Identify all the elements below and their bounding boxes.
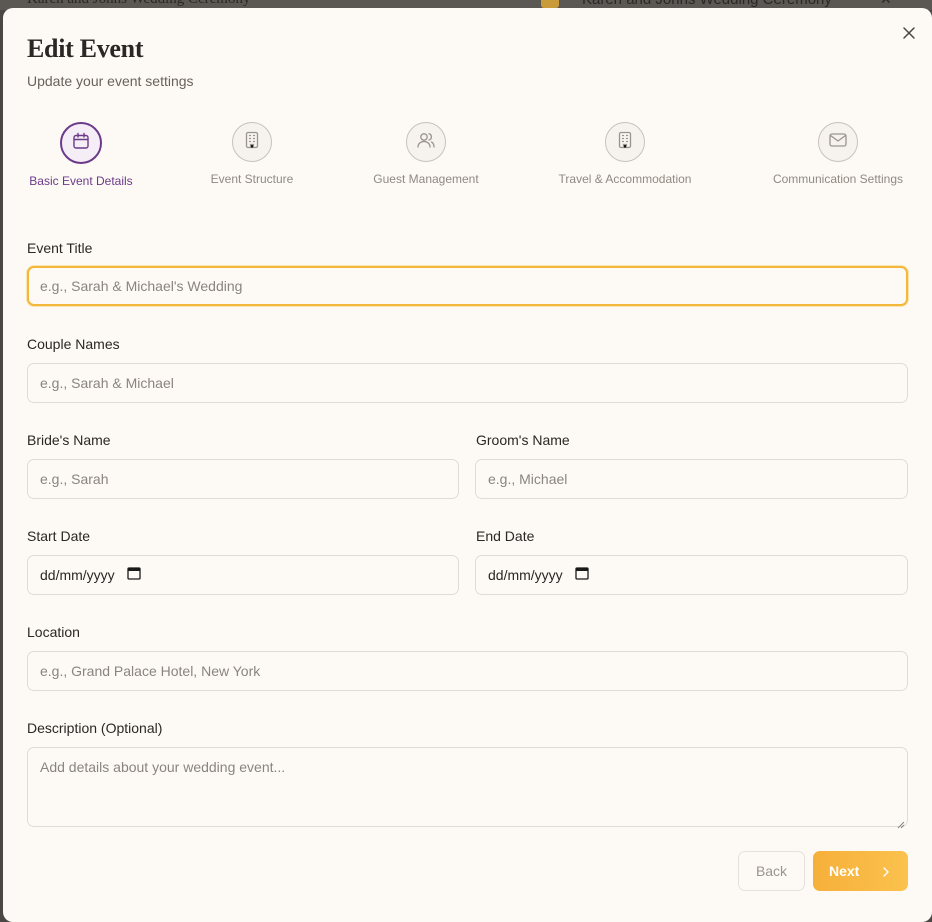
groom-name-label: Groom's Name — [476, 432, 570, 448]
chevron-right-icon — [882, 865, 890, 881]
step-guest-management[interactable]: Guest Management — [370, 122, 482, 186]
step-communication-settings[interactable]: Communication Settings — [768, 122, 908, 186]
calendar-icon — [72, 132, 90, 155]
start-date-input[interactable]: dd/mm/yyyy — [27, 555, 459, 595]
step-basic-event-details[interactable]: Basic Event Details — [27, 122, 135, 188]
background-event-title: Karen and Johns Wedding Ceremony — [27, 0, 250, 8]
step-label: Travel & Accommodation — [558, 172, 692, 186]
building-icon — [617, 131, 633, 154]
event-title-input[interactable]: e.g., Sarah & Michael's Wedding — [27, 266, 908, 306]
building-icon — [244, 131, 260, 154]
start-date-value: dd/mm/yyyy — [40, 567, 115, 583]
step-event-structure[interactable]: Event Structure — [202, 122, 302, 186]
step-travel-accommodation[interactable]: Travel & Accommodation — [554, 122, 696, 186]
users-icon — [416, 131, 436, 154]
couple-names-input[interactable]: e.g., Sarah & Michael — [27, 363, 908, 403]
couple-names-placeholder: e.g., Sarah & Michael — [40, 375, 174, 391]
groom-name-input[interactable]: e.g., Michael — [475, 459, 908, 499]
step-circle — [406, 122, 446, 162]
step-label: Communication Settings — [772, 172, 904, 186]
step-circle — [605, 122, 645, 162]
background-event-name: Karen and Johns Wedding Ceremony — [582, 0, 832, 8]
event-title-label: Event Title — [27, 240, 93, 256]
bride-name-input[interactable]: e.g., Sarah — [27, 459, 459, 499]
end-date-value: dd/mm/yyyy — [488, 567, 563, 583]
close-icon[interactable] — [902, 26, 916, 40]
next-button-label: Next — [829, 863, 860, 879]
next-button[interactable]: Next — [813, 851, 908, 891]
mail-icon — [828, 132, 848, 153]
event-title-placeholder: e.g., Sarah & Michael's Wedding — [40, 278, 243, 294]
description-label: Description (Optional) — [27, 720, 163, 736]
step-circle — [818, 122, 858, 162]
start-date-label: Start Date — [27, 528, 91, 544]
location-input[interactable]: e.g., Grand Palace Hotel, New York — [27, 651, 908, 691]
step-circle — [60, 122, 102, 164]
calendar-picker-icon[interactable] — [127, 556, 141, 594]
edit-event-modal: Edit Event Update your event settings Ba… — [3, 8, 932, 922]
modal-title: Edit Event — [27, 34, 144, 63]
groom-name-placeholder: e.g., Michael — [488, 471, 568, 487]
modal-subtitle: Update your event settings — [27, 73, 194, 89]
end-date-input[interactable]: dd/mm/yyyy — [475, 555, 908, 595]
step-circle — [232, 122, 272, 162]
background-close-icon: ✕ — [880, 0, 892, 8]
location-label: Location — [27, 624, 80, 640]
end-date-label: End Date — [476, 528, 535, 544]
step-label: Guest Management — [373, 172, 479, 186]
back-button[interactable]: Back — [738, 851, 805, 891]
description-placeholder: Add details about your wedding event... — [40, 759, 286, 775]
resize-handle-icon[interactable] — [897, 816, 905, 829]
location-placeholder: e.g., Grand Palace Hotel, New York — [40, 663, 261, 679]
step-label: Basic Event Details — [29, 174, 133, 188]
bride-name-placeholder: e.g., Sarah — [40, 471, 109, 487]
couple-names-label: Couple Names — [27, 336, 120, 352]
step-label: Event Structure — [210, 172, 294, 186]
bride-name-label: Bride's Name — [27, 432, 111, 448]
background-event-icon — [541, 0, 559, 8]
description-textarea[interactable]: Add details about your wedding event... — [27, 747, 908, 829]
calendar-picker-icon[interactable] — [575, 556, 589, 594]
